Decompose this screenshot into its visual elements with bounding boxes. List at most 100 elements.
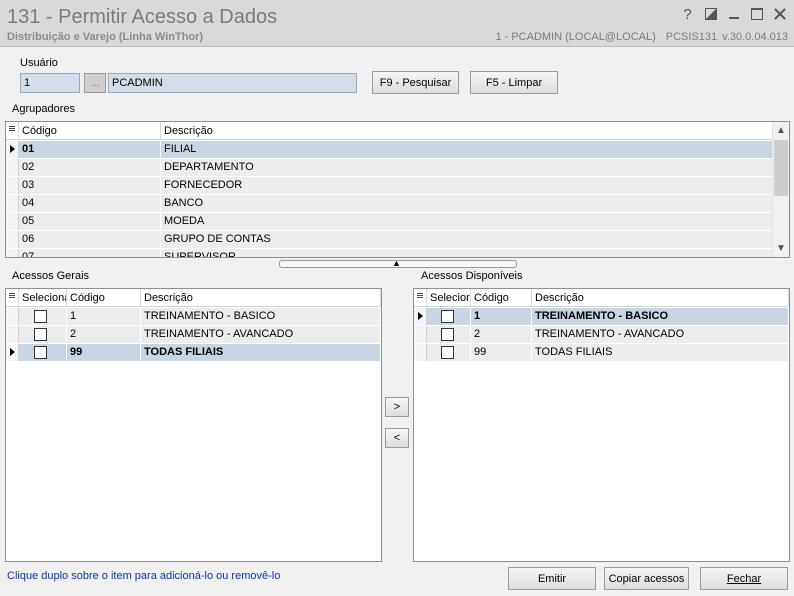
session-info: 1 - PCADMIN (LOCAL@LOCAL) PCSIS131 v.30.0.…	[495, 31, 788, 43]
cell-codigo: 1	[471, 308, 532, 325]
column-header-descricao[interactable]: Descrição	[161, 122, 773, 140]
cell-codigo: 04	[19, 195, 161, 212]
hint-text: Clique duplo sobre o item para adicioná-…	[7, 570, 281, 582]
column-header-seleciona[interactable]: Seleciona	[19, 289, 67, 307]
column-chooser-icon[interactable]	[6, 289, 19, 307]
table-row[interactable]: 01 FILIAL	[6, 141, 773, 159]
maximize-icon[interactable]	[748, 4, 765, 24]
cell-descricao: BANCO	[161, 195, 773, 212]
row-indicator	[414, 308, 427, 325]
row-indicator	[6, 177, 19, 194]
cell-seleciona	[19, 326, 67, 343]
acessos-disponiveis-header: Selecion Código Descrição	[414, 289, 789, 307]
cell-descricao: TODAS FILIAIS	[532, 344, 789, 361]
module-code: PCSIS131	[665, 31, 718, 43]
usuario-label: Usuário	[20, 57, 58, 69]
column-chooser-icon[interactable]	[414, 289, 427, 307]
cell-descricao: TODAS FILIAIS	[141, 344, 381, 361]
usuario-name-field[interactable]: PCADMIN	[108, 73, 357, 93]
scroll-thumb[interactable]	[774, 140, 788, 196]
row-checkbox[interactable]	[34, 310, 47, 323]
cell-codigo: 2	[471, 326, 532, 343]
clear-button[interactable]: F5 - Limpar	[470, 71, 558, 94]
table-row[interactable]: 05 MOEDA	[6, 213, 773, 231]
table-row[interactable]: 03 FORNECEDOR	[6, 177, 773, 195]
column-header-codigo[interactable]: Código	[19, 122, 161, 140]
current-row-arrow-icon	[10, 348, 15, 356]
table-row[interactable]: 02 DEPARTAMENTO	[6, 159, 773, 177]
window-subtitle: Distribuição e Varejo (Linha WinThor)	[7, 31, 204, 43]
row-indicator	[6, 195, 19, 212]
version-label: v.30.0.04.013	[722, 31, 788, 43]
add-access-button[interactable]: >	[385, 397, 409, 417]
row-indicator	[6, 231, 19, 248]
row-checkbox[interactable]	[34, 346, 47, 359]
row-checkbox[interactable]	[441, 346, 454, 359]
current-row-arrow-icon	[10, 145, 15, 153]
cell-codigo: 99	[471, 344, 532, 361]
table-row[interactable]: 99 TODAS FILIAIS	[6, 344, 381, 362]
scroll-up-icon[interactable]: ▲	[773, 122, 789, 139]
row-checkbox[interactable]	[441, 310, 454, 323]
table-row[interactable]: 2 TREINAMENTO - AVANCADO	[6, 326, 381, 344]
splitter-handle[interactable]: ▲	[279, 258, 517, 268]
agrupadores-header: Código Descrição	[6, 122, 789, 140]
window-controls: ?	[679, 4, 788, 24]
usuario-lookup-button[interactable]: ...	[84, 73, 106, 93]
chevron-up-icon: ▲	[392, 258, 401, 268]
agrupadores-scrollbar[interactable]: ▲ ▼	[772, 122, 789, 257]
table-row[interactable]: 07 SUPERVISOR	[6, 249, 773, 257]
column-header-codigo[interactable]: Código	[67, 289, 141, 307]
row-checkbox[interactable]	[441, 328, 454, 341]
cell-seleciona	[427, 344, 471, 361]
copiar-acessos-button[interactable]: Copiar acessos	[604, 567, 689, 590]
usuario-code-field[interactable]: 1	[20, 73, 80, 93]
restore-icon[interactable]	[702, 4, 719, 24]
acessos-gerais-header: Seleciona Código Descrição	[6, 289, 381, 307]
row-indicator	[414, 326, 427, 343]
table-row[interactable]: 2 TREINAMENTO - AVANCADO	[414, 326, 789, 344]
column-header-descricao[interactable]: Descrição	[141, 289, 381, 307]
fechar-button[interactable]: Fechar	[700, 567, 788, 590]
acessos-disponiveis-grid: Selecion Código Descrição 1 TREINAMENTO …	[413, 288, 790, 562]
row-indicator	[6, 141, 19, 158]
cell-seleciona	[427, 308, 471, 325]
table-row[interactable]: 04 BANCO	[6, 195, 773, 213]
cell-seleciona	[19, 344, 67, 361]
cell-descricao: DEPARTAMENTO	[161, 159, 773, 176]
cell-descricao: FORNECEDOR	[161, 177, 773, 194]
table-row[interactable]: 99 TODAS FILIAIS	[414, 344, 789, 362]
emitir-button[interactable]: Emitir	[508, 567, 596, 590]
cell-descricao: TREINAMENTO - BASICO	[141, 308, 381, 325]
column-header-codigo[interactable]: Código	[471, 289, 532, 307]
column-header-descricao[interactable]: Descrição	[532, 289, 789, 307]
cell-descricao: TREINAMENTO - AVANCADO	[141, 326, 381, 343]
minimize-icon[interactable]	[725, 4, 742, 24]
current-row-arrow-icon	[418, 312, 423, 320]
table-row[interactable]: 1 TREINAMENTO - BASICO	[6, 308, 381, 326]
cell-descricao: SUPERVISOR	[161, 249, 773, 257]
window-title: 131 - Permitir Acesso a Dados	[7, 6, 278, 28]
scroll-down-icon[interactable]: ▼	[773, 240, 789, 257]
cell-seleciona	[19, 308, 67, 325]
cell-descricao: MOEDA	[161, 213, 773, 230]
row-indicator	[6, 344, 19, 361]
row-indicator	[414, 344, 427, 361]
table-row[interactable]: 1 TREINAMENTO - BASICO	[414, 308, 789, 326]
cell-codigo: 01	[19, 141, 161, 158]
column-header-seleciona[interactable]: Selecion	[427, 289, 471, 307]
agrupadores-grid: Código Descrição 01 FILIAL 02 DEPARTAMEN…	[5, 121, 790, 258]
cell-descricao: TREINAMENTO - AVANCADO	[532, 326, 789, 343]
search-button[interactable]: F9 - Pesquisar	[372, 71, 459, 94]
cell-codigo: 99	[67, 344, 141, 361]
cell-descricao: FILIAL	[161, 141, 773, 158]
cell-descricao: TREINAMENTO - BASICO	[532, 308, 789, 325]
close-icon[interactable]	[771, 4, 788, 24]
column-chooser-icon[interactable]	[6, 122, 19, 140]
remove-access-button[interactable]: <	[385, 428, 409, 448]
row-checkbox[interactable]	[34, 328, 47, 341]
cell-descricao: GRUPO DE CONTAS	[161, 231, 773, 248]
help-icon[interactable]: ?	[679, 4, 696, 24]
acessos-gerais-label: Acessos Gerais	[12, 270, 90, 282]
table-row[interactable]: 06 GRUPO DE CONTAS	[6, 231, 773, 249]
